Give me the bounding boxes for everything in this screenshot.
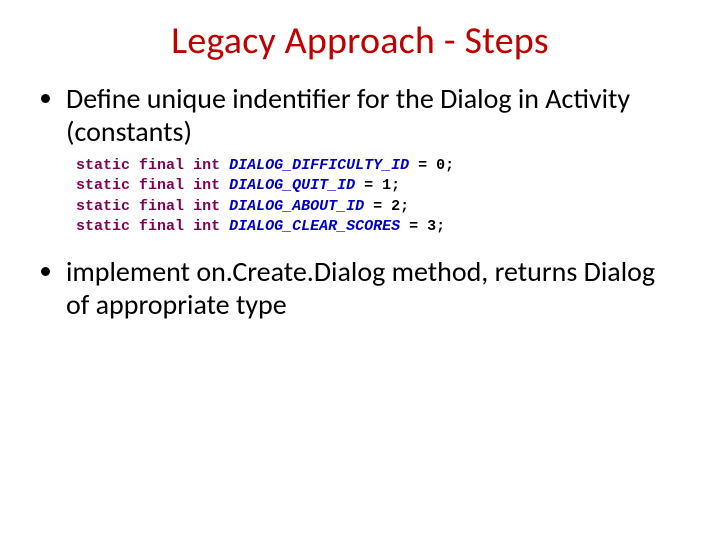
code-value: 2 [391, 198, 400, 215]
code-assign: = [409, 157, 436, 174]
code-semi: ; [436, 218, 445, 235]
code-value: 3 [427, 218, 436, 235]
keyword-final: final [139, 177, 184, 194]
keyword-int: int [193, 218, 220, 235]
keyword-final: final [139, 157, 184, 174]
keyword-static: static [76, 177, 130, 194]
keyword-int: int [193, 177, 220, 194]
code-ident: DIALOG_CLEAR_SCORES [229, 218, 400, 235]
bullet-2: implement on.Create.Dialog method, retur… [66, 255, 680, 321]
code-ident: DIALOG_DIFFICULTY_ID [229, 157, 409, 174]
slide-title: Legacy Approach - Steps [40, 18, 680, 64]
slide: Legacy Approach - Steps Define unique in… [0, 0, 720, 540]
keyword-static: static [76, 157, 130, 174]
bullet-1: Define unique indentifier for the Dialog… [66, 82, 680, 148]
keyword-static: static [76, 198, 130, 215]
code-ident: DIALOG_QUIT_ID [229, 177, 355, 194]
bullet-list-2: implement on.Create.Dialog method, retur… [40, 255, 680, 321]
code-assign: = [364, 198, 391, 215]
bullet-list: Define unique indentifier for the Dialog… [40, 82, 680, 148]
code-line: static final int DIALOG_ABOUT_ID = 2; [76, 197, 680, 217]
code-ident: DIALOG_ABOUT_ID [229, 198, 364, 215]
keyword-static: static [76, 218, 130, 235]
code-semi: ; [400, 198, 409, 215]
code-assign: = [400, 218, 427, 235]
code-block: static final int DIALOG_DIFFICULTY_ID = … [76, 156, 680, 237]
code-line: static final int DIALOG_QUIT_ID = 1; [76, 176, 680, 196]
keyword-final: final [139, 218, 184, 235]
keyword-int: int [193, 198, 220, 215]
code-value: 0 [436, 157, 445, 174]
code-line: static final int DIALOG_CLEAR_SCORES = 3… [76, 217, 680, 237]
code-semi: ; [391, 177, 400, 194]
keyword-final: final [139, 198, 184, 215]
code-semi: ; [445, 157, 454, 174]
code-line: static final int DIALOG_DIFFICULTY_ID = … [76, 156, 680, 176]
keyword-int: int [193, 157, 220, 174]
code-assign: = [355, 177, 382, 194]
code-value: 1 [382, 177, 391, 194]
